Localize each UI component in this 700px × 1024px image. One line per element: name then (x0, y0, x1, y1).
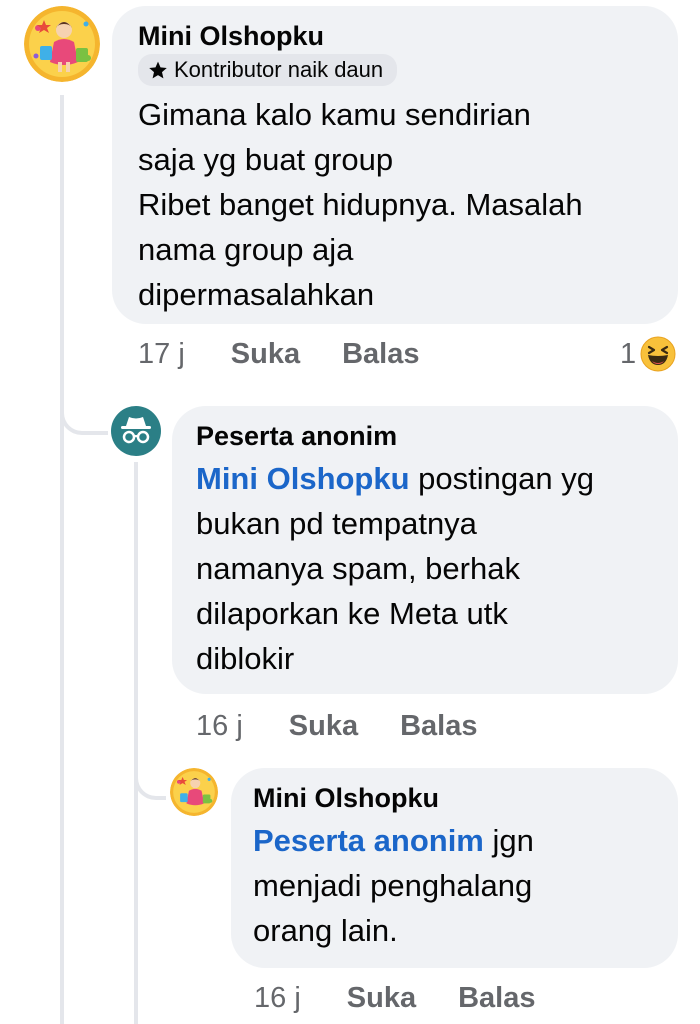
comment-timestamp[interactable]: 17 j (138, 338, 185, 371)
thread-line-reply (134, 462, 138, 1024)
comment-text: Mini Olshopku postingan yg bukan pd temp… (196, 456, 654, 681)
mention-link[interactable]: Peserta anonim (253, 823, 484, 858)
avatar-anonymous[interactable] (111, 406, 161, 456)
reply-button[interactable]: Balas (458, 982, 535, 1015)
comment-text: Peserta anonim jgn menjadi penghalang or… (253, 818, 656, 953)
comment-timestamp[interactable]: 16 j (254, 982, 301, 1015)
like-button[interactable]: Suka (347, 982, 416, 1015)
avatar-mini-olshopku-small[interactable] (170, 768, 218, 816)
contributor-badge[interactable]: Kontributor naik daun (138, 54, 398, 86)
nested-reply-actions: 16 j Suka Balas (254, 978, 577, 1018)
nested-reply-bubble[interactable]: Mini Olshopku Peserta anonim jgn menjadi… (231, 768, 678, 968)
thread-branch-reply-2 (134, 760, 166, 800)
reply-button[interactable]: Balas (342, 338, 419, 371)
avatar-mini-olshopku[interactable] (24, 6, 100, 82)
reply-bubble[interactable]: Peserta anonim Mini Olshopku postingan y… (172, 406, 678, 694)
like-button[interactable]: Suka (289, 710, 358, 743)
comment-author[interactable]: Mini Olshopku (138, 20, 652, 52)
reaction-summary[interactable]: 1 (620, 334, 676, 374)
reply-button[interactable]: Balas (400, 710, 477, 743)
comment-actions: 17 j Suka Balas (138, 334, 461, 374)
thread-branch-reply-1 (60, 395, 108, 435)
comment-text: Gimana kalo kamu sendirian saja yg buat … (138, 97, 583, 312)
reply-actions: 16 j Suka Balas (196, 706, 519, 746)
like-button[interactable]: Suka (231, 338, 300, 371)
comment-author[interactable]: Peserta anonim (196, 420, 654, 452)
thread-line-main (60, 95, 64, 1024)
mention-link[interactable]: Mini Olshopku (196, 461, 410, 496)
star-icon (148, 60, 168, 80)
haha-emoji-icon (640, 336, 676, 372)
comment-timestamp[interactable]: 16 j (196, 710, 243, 743)
badge-label: Kontributor naik daun (174, 57, 384, 82)
comment-bubble[interactable]: Mini Olshopku Kontributor naik daun Gima… (112, 6, 678, 324)
comment-author[interactable]: Mini Olshopku (253, 782, 656, 814)
reaction-count: 1 (620, 337, 637, 370)
anonymous-incognito-icon (111, 406, 161, 456)
